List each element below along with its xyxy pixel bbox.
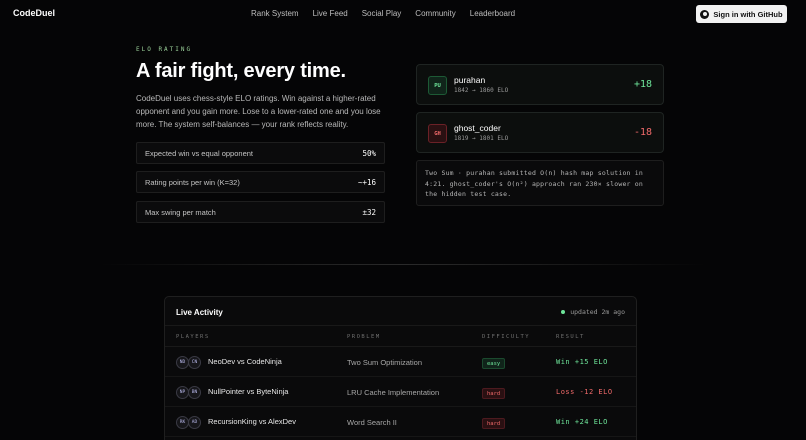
panel-title: Live Activity (176, 308, 223, 317)
player-name: purahan (454, 75, 486, 85)
match-players: NullPointer vs ByteNinja (208, 387, 289, 396)
stat-label: Rating points per win (K=32) (145, 177, 240, 187)
column-header-result: RESULT (556, 334, 585, 340)
column-header-difficulty: DIFFICULTY (482, 334, 531, 340)
avatar: GH (428, 124, 447, 143)
nav-links: Rank System Live Feed Social Play Commun… (251, 9, 515, 18)
player-avatar: BN (188, 386, 201, 399)
elo-delta: -18 (633, 127, 652, 138)
player-elo-change: 1819 → 1801 ELO (454, 135, 509, 142)
table-row[interactable]: RK AD RecursionKing vs AlexDev Word Sear… (165, 407, 636, 437)
nav-live-feed[interactable]: Live Feed (313, 9, 348, 18)
column-header-problem: PROBLEM (347, 334, 381, 340)
column-header-players: PLAYERS (176, 334, 210, 340)
table-header: PLAYERS PROBLEM DIFFICULTY RESULT (165, 325, 636, 347)
stat-label: Max swing per match (145, 207, 216, 217)
updated-status: updated 2m ago (561, 308, 625, 316)
table-row[interactable]: NP BN NullPointer vs ByteNinja LRU Cache… (165, 377, 636, 407)
difficulty-badge: hard (482, 418, 506, 429)
elo-delta: +18 (633, 79, 652, 90)
stat-row: Expected win vs equal opponent 50% (136, 142, 385, 164)
problem-name: Word Search II (347, 418, 397, 427)
stat-label: Expected win vs equal opponent (145, 148, 253, 158)
player-elo-change: 1842 → 1860 ELO (454, 87, 509, 94)
match-result: Win +24 ELO (556, 418, 608, 426)
match-result: Loss -12 ELO (556, 388, 613, 396)
brand-logo[interactable]: CodeDuel (13, 8, 55, 18)
difficulty-badge: hard (482, 388, 506, 399)
top-nav: CodeDuel Rank System Live Feed Social Pl… (0, 0, 806, 28)
section-divider (100, 264, 706, 265)
signin-label: Sign in with GitHub (713, 9, 783, 19)
signin-github-button[interactable]: Sign in with GitHub (696, 5, 787, 23)
updated-label: updated 2m ago (570, 308, 625, 316)
github-icon (700, 9, 710, 19)
stat-value: ~+16 (357, 177, 376, 187)
table-row[interactable]: ND CN NeoDev vs CodeNinja Two Sum Optimi… (165, 347, 636, 377)
nav-leaderboard[interactable]: Leaderboard (470, 9, 515, 18)
match-players: RecursionKing vs AlexDev (208, 417, 296, 426)
match-players: NeoDev vs CodeNinja (208, 357, 282, 366)
live-activity-panel: Live Activity updated 2m ago PLAYERS PRO… (164, 296, 637, 440)
difficulty-badge: easy (482, 358, 506, 369)
problem-name: Two Sum Optimization (347, 358, 423, 367)
player-card-winner: PU purahan 1842 → 1860 ELO +18 (416, 64, 664, 105)
player-avatar: CN (188, 356, 201, 369)
section-description: CodeDuel uses chess-style ELO ratings. W… (136, 94, 381, 129)
stat-value: 50% (362, 148, 376, 158)
match-result: Win +15 ELO (556, 358, 608, 366)
stat-row: Rating points per win (K=32) ~+16 (136, 171, 385, 193)
stat-row: Max swing per match ±32 (136, 201, 385, 223)
avatar: PU (428, 76, 447, 95)
player-name: ghost_coder (454, 123, 501, 133)
live-dot-icon (561, 310, 566, 314)
match-log: Two Sum · purahan submitted O(n) hash ma… (416, 160, 664, 206)
section-headline: A fair fight, every time. (136, 60, 346, 82)
nav-rank-system[interactable]: Rank System (251, 9, 299, 18)
nav-community[interactable]: Community (415, 9, 455, 18)
nav-social-play[interactable]: Social Play (362, 9, 402, 18)
player-avatar: AD (188, 416, 201, 429)
stat-value: ±32 (362, 207, 376, 217)
problem-name: LRU Cache Implementation (347, 388, 440, 397)
section-eyebrow: ELO RATING (136, 46, 193, 53)
player-card-loser: GH ghost_coder 1819 → 1801 ELO -18 (416, 112, 664, 153)
